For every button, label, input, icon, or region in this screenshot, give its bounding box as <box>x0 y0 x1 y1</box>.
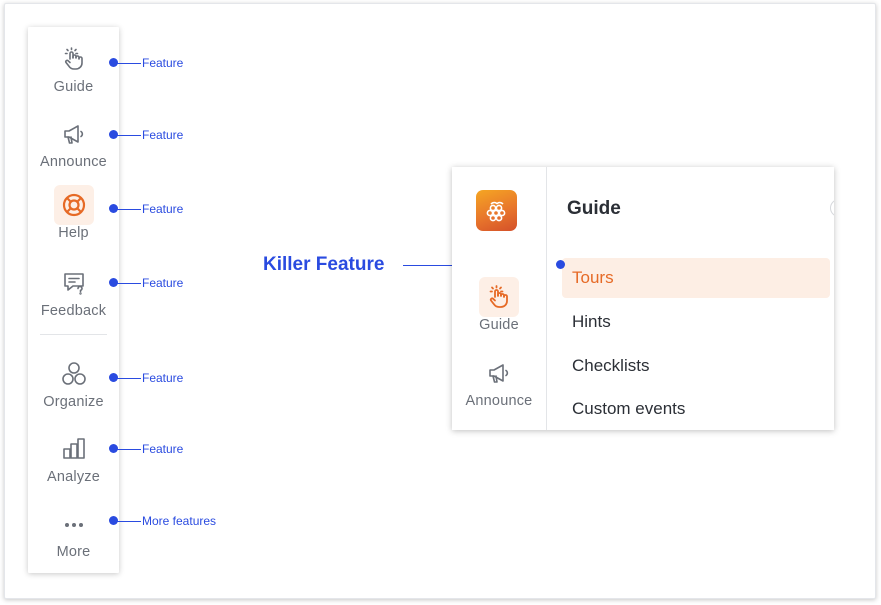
sidebar-item-label: Organize <box>43 394 104 410</box>
menu-item-checklists[interactable]: Checklists <box>562 346 830 386</box>
callout-label: Feature <box>142 371 184 385</box>
sidebar-item-organize[interactable]: Organize <box>28 354 119 410</box>
panel-rail: Guide Announce <box>452 167 547 430</box>
callout-label: Feature <box>142 442 184 456</box>
panel-rail-label: Guide <box>479 317 519 333</box>
callout-line <box>117 449 141 450</box>
sidebar-item-help[interactable]: Help <box>28 185 119 241</box>
callout-line <box>117 283 141 284</box>
menu-item-tours[interactable]: Tours <box>562 258 830 298</box>
callout-line <box>117 209 141 210</box>
sidebar-item-label: Guide <box>53 79 94 95</box>
chat-question-icon <box>54 263 94 303</box>
callout-label: Feature <box>142 276 184 290</box>
panel-rail-item-guide[interactable]: Guide <box>452 277 546 333</box>
sidebar-item-feedback[interactable]: Feedback <box>28 263 119 319</box>
sidebar-item-label: Feedback <box>40 303 107 319</box>
menu-item-custom-events[interactable]: Custom events <box>562 389 830 429</box>
sidebar-item-label: Analyze <box>47 469 100 485</box>
lifebuoy-icon <box>53 185 94 225</box>
megaphone-icon <box>54 114 94 154</box>
sidebar-item-more[interactable]: More <box>28 504 119 560</box>
sidebar-item-analyze[interactable]: Analyze <box>28 429 119 485</box>
callout-line <box>117 63 141 64</box>
killer-callout-dot <box>556 260 565 269</box>
sidebar: Guide Announce Help Feedback Organize An… <box>28 27 119 573</box>
callout-line <box>117 135 141 136</box>
callout-label: More features <box>142 514 217 528</box>
sidebar-item-announce[interactable]: Announce <box>28 114 119 170</box>
callout-label: Feature <box>142 128 184 142</box>
circles-icon <box>54 354 94 394</box>
panel-rail-item-announce[interactable]: Announce <box>452 353 546 409</box>
sidebar-item-label: Announce <box>40 154 107 170</box>
grapes-logo-icon <box>476 190 517 231</box>
callout-label: Feature <box>142 202 184 216</box>
panel-rail-label: Announce <box>465 393 533 409</box>
sidebar-item-label: Help <box>58 225 89 241</box>
callout-line <box>117 378 141 379</box>
pointer-hand-icon <box>479 277 519 317</box>
bar-chart-icon <box>54 429 94 469</box>
callout-label: Feature <box>142 56 184 70</box>
megaphone-icon <box>479 353 519 393</box>
callout-line <box>117 521 141 522</box>
guide-panel: Guide Announce Guide Tours Hints Checkli… <box>452 167 834 430</box>
sidebar-item-guide[interactable]: Guide <box>28 39 119 95</box>
sidebar-item-label: More <box>56 544 91 560</box>
more-dots-icon <box>54 504 94 544</box>
pointer-hand-icon <box>54 39 94 79</box>
panel-title: Guide <box>567 198 621 219</box>
sidebar-divider <box>40 334 107 335</box>
menu-item-hints[interactable]: Hints <box>562 302 830 342</box>
panel-toggle-icon[interactable] <box>830 199 834 217</box>
killer-feature-label: Killer Feature <box>263 254 385 275</box>
